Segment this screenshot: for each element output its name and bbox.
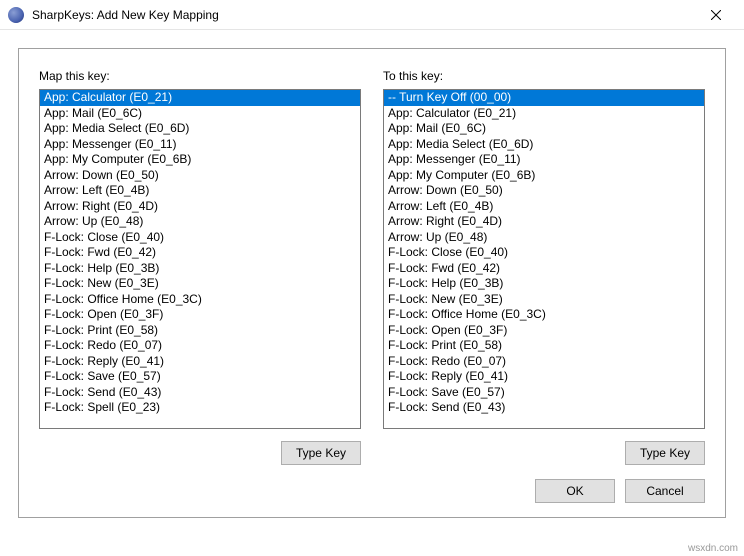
list-item[interactable]: F-Lock: Close (E0_40) <box>384 245 704 261</box>
list-item[interactable]: F-Lock: Fwd (E0_42) <box>384 261 704 277</box>
list-item[interactable]: App: Calculator (E0_21) <box>40 90 360 106</box>
typekey-row-right: Type Key <box>383 441 705 465</box>
type-key-button-left[interactable]: Type Key <box>281 441 361 465</box>
watermark: wsxdn.com <box>688 543 738 554</box>
content-frame: Map this key: App: Calculator (E0_21)App… <box>18 48 726 518</box>
map-from-listbox[interactable]: App: Calculator (E0_21)App: Mail (E0_6C)… <box>39 89 361 429</box>
list-item[interactable]: F-Lock: Redo (E0_07) <box>384 354 704 370</box>
list-item[interactable]: F-Lock: New (E0_3E) <box>384 292 704 308</box>
list-item[interactable]: App: Mail (E0_6C) <box>40 106 360 122</box>
list-item[interactable]: F-Lock: Spell (E0_23) <box>40 400 360 416</box>
cancel-button[interactable]: Cancel <box>625 479 705 503</box>
list-item[interactable]: App: My Computer (E0_6B) <box>40 152 360 168</box>
dialog-body: Map this key: App: Calculator (E0_21)App… <box>0 30 744 530</box>
list-item[interactable]: Arrow: Up (E0_48) <box>384 230 704 246</box>
window-title: SharpKeys: Add New Key Mapping <box>32 8 696 22</box>
list-item[interactable]: Arrow: Up (E0_48) <box>40 214 360 230</box>
type-key-button-right[interactable]: Type Key <box>625 441 705 465</box>
footer-buttons: OK Cancel <box>39 479 705 503</box>
map-from-column: Map this key: App: Calculator (E0_21)App… <box>39 69 361 465</box>
map-to-column: To this key: -- Turn Key Off (00_00)App:… <box>383 69 705 465</box>
list-item[interactable]: F-Lock: Help (E0_3B) <box>40 261 360 277</box>
list-item[interactable]: F-Lock: Fwd (E0_42) <box>40 245 360 261</box>
list-item[interactable]: Arrow: Right (E0_4D) <box>384 214 704 230</box>
list-item[interactable]: F-Lock: New (E0_3E) <box>40 276 360 292</box>
list-item[interactable]: App: Messenger (E0_11) <box>40 137 360 153</box>
list-item[interactable]: Arrow: Left (E0_4B) <box>384 199 704 215</box>
ok-button[interactable]: OK <box>535 479 615 503</box>
list-item[interactable]: F-Lock: Office Home (E0_3C) <box>40 292 360 308</box>
list-item[interactable]: App: Media Select (E0_6D) <box>384 137 704 153</box>
list-item[interactable]: -- Turn Key Off (00_00) <box>384 90 704 106</box>
list-item[interactable]: F-Lock: Open (E0_3F) <box>40 307 360 323</box>
map-to-label: To this key: <box>383 69 705 83</box>
typekey-row-left: Type Key <box>39 441 361 465</box>
list-item[interactable]: F-Lock: Send (E0_43) <box>40 385 360 401</box>
list-item[interactable]: F-Lock: Save (E0_57) <box>40 369 360 385</box>
list-item[interactable]: F-Lock: Open (E0_3F) <box>384 323 704 339</box>
list-item[interactable]: F-Lock: Save (E0_57) <box>384 385 704 401</box>
list-item[interactable]: Arrow: Down (E0_50) <box>40 168 360 184</box>
list-item[interactable]: Arrow: Right (E0_4D) <box>40 199 360 215</box>
list-item[interactable]: F-Lock: Reply (E0_41) <box>40 354 360 370</box>
map-to-listbox[interactable]: -- Turn Key Off (00_00)App: Calculator (… <box>383 89 705 429</box>
list-item[interactable]: F-Lock: Reply (E0_41) <box>384 369 704 385</box>
list-item[interactable]: F-Lock: Send (E0_43) <box>384 400 704 416</box>
titlebar: SharpKeys: Add New Key Mapping <box>0 0 744 30</box>
list-item[interactable]: F-Lock: Close (E0_40) <box>40 230 360 246</box>
list-item[interactable]: App: Mail (E0_6C) <box>384 121 704 137</box>
list-item[interactable]: App: Messenger (E0_11) <box>384 152 704 168</box>
list-item[interactable]: F-Lock: Office Home (E0_3C) <box>384 307 704 323</box>
columns: Map this key: App: Calculator (E0_21)App… <box>39 69 705 465</box>
list-item[interactable]: App: My Computer (E0_6B) <box>384 168 704 184</box>
app-icon <box>8 7 24 23</box>
map-from-label: Map this key: <box>39 69 361 83</box>
list-item[interactable]: Arrow: Left (E0_4B) <box>40 183 360 199</box>
close-button[interactable] <box>696 1 736 29</box>
list-item[interactable]: App: Media Select (E0_6D) <box>40 121 360 137</box>
list-item[interactable]: Arrow: Down (E0_50) <box>384 183 704 199</box>
list-item[interactable]: F-Lock: Print (E0_58) <box>384 338 704 354</box>
list-item[interactable]: App: Calculator (E0_21) <box>384 106 704 122</box>
list-item[interactable]: F-Lock: Redo (E0_07) <box>40 338 360 354</box>
list-item[interactable]: F-Lock: Print (E0_58) <box>40 323 360 339</box>
close-icon <box>711 10 721 20</box>
list-item[interactable]: F-Lock: Help (E0_3B) <box>384 276 704 292</box>
